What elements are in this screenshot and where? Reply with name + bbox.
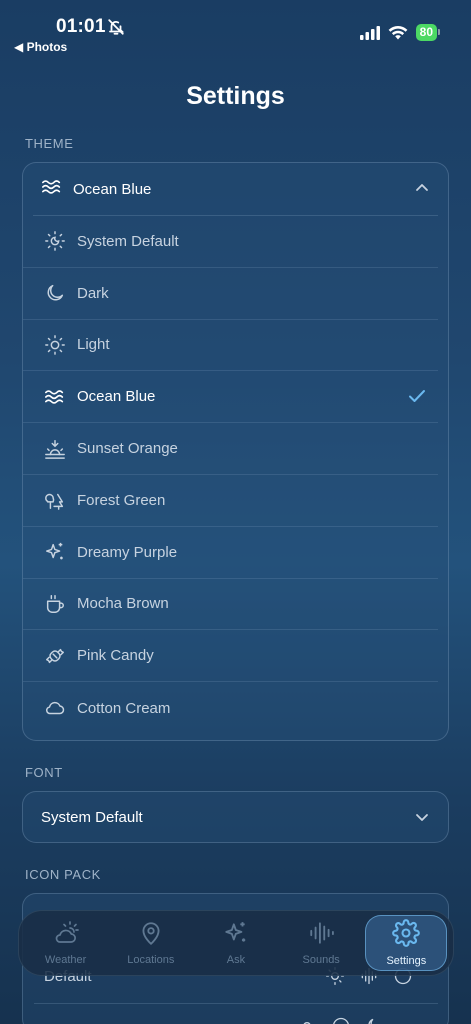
back-to-app-link[interactable]: ◀ Photos: [14, 40, 67, 54]
theme-options-list: System Default Dark Light Ocean Blue Sun…: [23, 216, 448, 734]
status-indicators: 80: [359, 24, 441, 41]
theme-option-cotton-cream[interactable]: Cotton Cream: [23, 682, 438, 734]
theme-option-dreamy-purple[interactable]: Dreamy Purple: [23, 527, 438, 579]
theme-option-label: Light: [77, 336, 110, 354]
divider: [34, 1003, 438, 1004]
bell-muted-icon: [107, 18, 125, 41]
tab-label: Ask: [226, 954, 246, 966]
theme-option-label: Cotton Cream: [77, 699, 171, 717]
waves-icon: [44, 386, 66, 408]
font-dropdown[interactable]: System Default: [22, 791, 449, 843]
cloud-icon: [44, 697, 66, 719]
theme-option-label: Dreamy Purple: [77, 543, 178, 561]
chevron-down-icon: [414, 809, 430, 830]
gear-icon: [392, 919, 421, 952]
tab-label: Locations: [127, 954, 175, 966]
wifi-icon: [388, 26, 408, 40]
theme-option-label: System Default: [77, 232, 179, 250]
theme-option-light[interactable]: Light: [23, 320, 438, 372]
tab-locations[interactable]: Locations: [110, 915, 192, 971]
theme-dropdown-header[interactable]: Ocean Blue: [23, 163, 448, 215]
theme-option-pink-candy[interactable]: Pink Candy: [23, 630, 438, 683]
tab-sounds[interactable]: Sounds: [280, 915, 362, 971]
tab-weather[interactable]: Weather: [25, 915, 107, 971]
theme-option-label: Forest Green: [77, 491, 166, 509]
signal-icon: [359, 25, 380, 40]
tab-label: Weather: [44, 954, 87, 966]
theme-option-label: Dark: [77, 284, 109, 302]
sparkles-icon: [44, 541, 66, 563]
tab-label: Sounds: [302, 954, 340, 966]
theme-option-mocha-brown[interactable]: Mocha Brown: [23, 579, 438, 631]
cloud-sun-icon: [52, 920, 80, 951]
status-bar: 01:01 ◀ Photos 80: [0, 0, 471, 60]
moon-icon: [368, 1018, 374, 1024]
moon-icon: [44, 282, 66, 304]
theme-selected-label: Ocean Blue: [73, 180, 152, 198]
font-selected-label: System Default: [41, 808, 143, 826]
tab-ask[interactable]: Ask: [195, 915, 277, 971]
theme-option-label: Pink Candy: [77, 647, 154, 665]
candy-icon: [44, 645, 66, 667]
checkmark-icon: [408, 388, 426, 409]
theme-option-system-default[interactable]: System Default: [23, 216, 438, 268]
tab-label: Settings: [386, 955, 427, 967]
theme-section-label: THEME: [25, 136, 74, 151]
sun-icon: [303, 1022, 311, 1024]
theme-option-label: Ocean Blue: [77, 388, 156, 406]
trees-icon: [44, 489, 66, 511]
coffee-icon: [44, 593, 66, 615]
battery-indicator: 80: [415, 24, 441, 41]
theme-option-label: Sunset Orange: [77, 440, 178, 458]
sun-moon-icon: [44, 230, 66, 252]
theme-dropdown: Ocean Blue System Default Dark Light Oce…: [22, 162, 449, 741]
sun-icon: [44, 334, 66, 356]
map-pin-icon: [138, 920, 164, 951]
status-time: 01:01: [56, 16, 106, 37]
sparkles-icon: [223, 920, 249, 951]
font-section-label: FONT: [25, 765, 63, 780]
chevron-up-icon: [414, 180, 430, 201]
icon-pack-section-label: ICON PACK: [25, 867, 101, 882]
circle-icon: [333, 1017, 349, 1024]
audio-waveform-icon: [308, 920, 334, 951]
theme-option-label: Mocha Brown: [77, 595, 169, 613]
waves-icon: [41, 177, 63, 202]
theme-option-sunset-orange[interactable]: Sunset Orange: [23, 423, 438, 475]
page-title: Settings: [186, 82, 285, 110]
theme-option-forest-green[interactable]: Forest Green: [23, 475, 438, 527]
icon-pack-preview-2: [297, 1016, 385, 1024]
tab-settings[interactable]: Settings: [365, 915, 448, 971]
theme-option-dark[interactable]: Dark: [23, 268, 438, 320]
theme-option-ocean-blue[interactable]: Ocean Blue: [23, 371, 438, 424]
tab-bar: Weather Locations Ask Sounds Settings: [18, 910, 454, 976]
sunset-icon: [44, 438, 66, 460]
